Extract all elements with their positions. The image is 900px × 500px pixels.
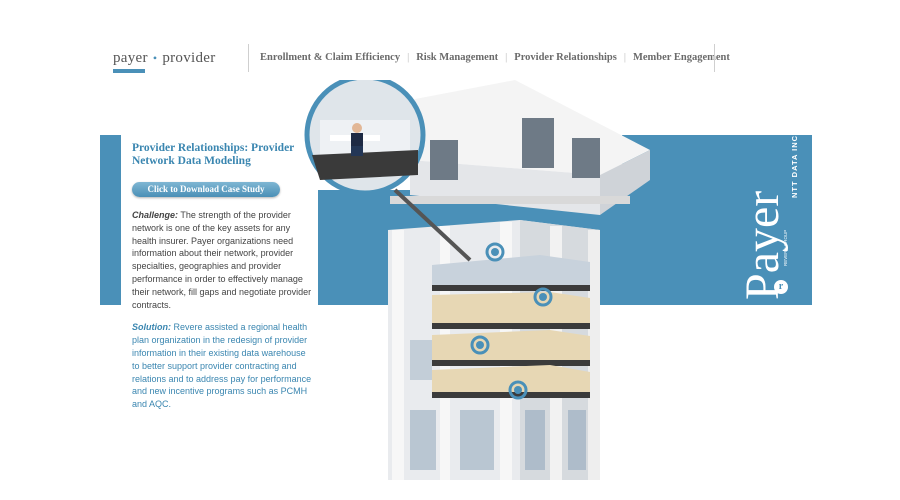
revere-logo-icon: r <box>774 280 788 294</box>
nav-divider-left <box>248 44 249 72</box>
download-case-study-button[interactable]: Click to Download Case Study <box>132 182 280 197</box>
floor-3 <box>432 330 590 366</box>
nav-separator: | <box>623 52 626 63</box>
building-illustration <box>304 80 650 480</box>
nav-member-engagement[interactable]: Member Engagement <box>633 52 730 63</box>
solution-text: Revere assisted a regional health plan o… <box>132 322 312 410</box>
challenge-text: The strength of the provider network is … <box>132 210 312 310</box>
nav-separator: | <box>407 52 410 63</box>
nav-links: Enrollment & Claim Efficiency | Risk Manag… <box>260 52 730 63</box>
challenge-label: Challenge: <box>132 210 179 220</box>
brand-logo[interactable]: payer • provider <box>113 50 216 67</box>
zoom-bubble <box>304 80 426 196</box>
brand-provider: provider <box>162 50 216 66</box>
revere-group-text: REVERE GROUP <box>783 229 788 266</box>
nav-divider-right <box>714 44 715 72</box>
case-study-panel: Provider Relationships: Provider Network… <box>132 142 312 411</box>
brand-payer: payer <box>113 50 148 66</box>
active-brand-underline <box>113 69 145 73</box>
nav-enrollment-claim-efficiency[interactable]: Enrollment & Claim Efficiency <box>260 52 400 63</box>
top-navigation: payer • provider Enrollment & Claim Effici… <box>0 0 900 90</box>
floor-2 <box>432 292 590 329</box>
solution-paragraph: Solution: Revere assisted a regional hea… <box>132 321 312 411</box>
brand-dot: • <box>152 51 158 65</box>
ntt-data-logo: NTT DATA INC. <box>790 131 799 198</box>
challenge-paragraph: Challenge: The strength of the provider … <box>132 209 312 311</box>
case-study-title: Provider Relationships: Provider Network… <box>132 142 295 167</box>
nav-risk-management[interactable]: Risk Management <box>416 52 498 63</box>
nav-provider-relationships[interactable]: Provider Relationships <box>514 52 617 63</box>
solution-label: Solution: <box>132 322 171 333</box>
nav-separator: | <box>505 52 508 63</box>
blue-band-left <box>100 135 121 305</box>
